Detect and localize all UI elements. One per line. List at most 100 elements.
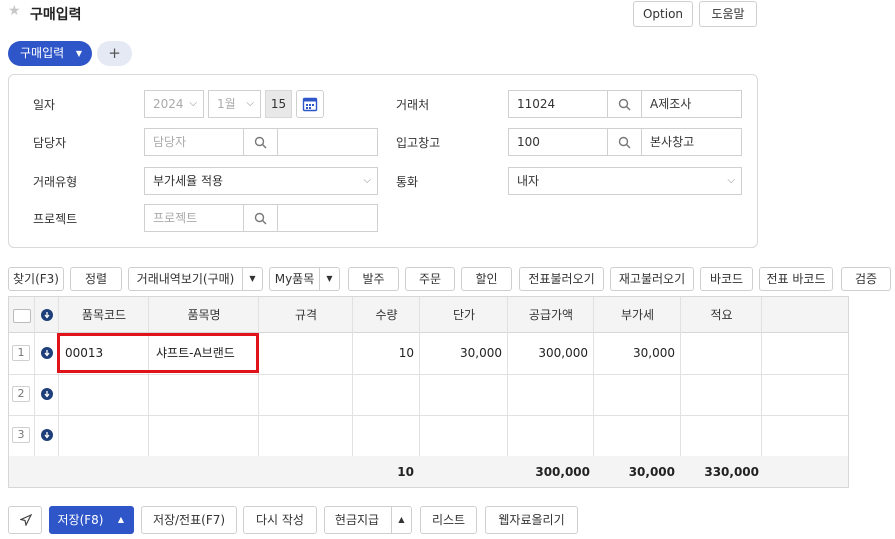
purchase-order-button[interactable]: 주문 (405, 267, 455, 291)
project-search-button[interactable] (244, 204, 278, 232)
col-header-qty[interactable]: 수량 (353, 297, 420, 333)
row-number[interactable]: 3 (12, 427, 30, 443)
vendor-label: 거래처 (396, 98, 430, 112)
col-header-item-name[interactable]: 품목명 (149, 297, 259, 333)
chevron-down-icon: ⌵ (246, 98, 254, 109)
tab-label: 구매입력 (20, 46, 65, 60)
tab-purchase-entry[interactable]: 구매입력 ▼ (8, 41, 92, 66)
calendar-button[interactable] (296, 90, 324, 118)
date-year-select[interactable]: 2024 ⌵ (144, 90, 204, 118)
send-icon (20, 514, 32, 526)
project-input[interactable]: 프로젝트 (144, 204, 244, 232)
search-icon (618, 98, 631, 111)
manager-search-button[interactable] (244, 128, 278, 156)
find-button[interactable]: 찾기(F3) (8, 267, 64, 291)
currency-value: 내자 (517, 174, 540, 188)
caret-down-icon: ▼ (75, 49, 82, 58)
download-icon[interactable] (41, 309, 53, 321)
save-label: 저장(F8) (57, 513, 104, 527)
warehouse-name-field[interactable]: 본사창고 (641, 128, 742, 156)
select-all-checkbox[interactable] (13, 309, 31, 323)
save-button[interactable]: 저장(F8) ▲ (49, 506, 134, 534)
cash-pay-label: 현금지급 (334, 513, 380, 527)
project-name-field[interactable] (277, 204, 378, 232)
slip-barcode-button[interactable]: 전표 바코드 (759, 267, 833, 291)
trade-type-select[interactable]: 부가세율 적용 ⌵ (144, 167, 378, 195)
manager-label: 담당자 (33, 136, 67, 150)
total-supply: 300,000 (535, 465, 590, 479)
manager-name-field[interactable] (277, 128, 378, 156)
barcode-button[interactable]: 바코드 (700, 267, 753, 291)
search-icon (254, 212, 267, 225)
col-header-supply[interactable]: 공급가액 (508, 297, 594, 333)
history-label: 거래내역보기(구매) (136, 272, 235, 286)
row-download-icon[interactable] (41, 388, 53, 400)
total-amount: 330,000 (704, 465, 759, 479)
cell-qty[interactable]: 10 (353, 333, 414, 374)
chevron-down-icon: ⌵ (363, 175, 371, 186)
discount-button[interactable]: 할인 (461, 267, 512, 291)
cash-pay-button[interactable]: 현금지급 ▲ (324, 506, 412, 534)
date-month-select[interactable]: 1월 ⌵ (208, 90, 261, 118)
warehouse-search-button[interactable] (608, 128, 642, 156)
calendar-icon (302, 97, 318, 112)
date-month-value: 1월 (217, 97, 236, 111)
caret-up-icon[interactable]: ▲ (113, 507, 129, 533)
date-year-value: 2024 (153, 97, 184, 111)
caret-down-icon[interactable]: ▼ (319, 268, 339, 290)
load-stock-button[interactable]: 재고불러오기 (610, 267, 694, 291)
save-slip-button[interactable]: 저장/전표(F7) (141, 506, 237, 534)
search-icon (254, 136, 267, 149)
web-upload-button[interactable]: 웹자료올리기 (485, 506, 578, 534)
total-qty: 10 (397, 465, 414, 479)
date-label: 일자 (33, 98, 56, 112)
vendor-search-button[interactable] (608, 90, 642, 118)
search-icon (618, 136, 631, 149)
trade-type-label: 거래유형 (33, 175, 78, 189)
verify-button[interactable]: 검증 (841, 267, 891, 291)
cell-price[interactable]: 30,000 (420, 333, 502, 374)
history-button[interactable]: 거래내역보기(구매) ▼ (128, 267, 263, 291)
chevron-down-icon: ⌵ (189, 98, 197, 109)
row-download-icon[interactable] (41, 429, 53, 441)
vendor-code-input[interactable]: 11024 (508, 90, 608, 118)
chevron-down-icon: ⌵ (727, 175, 735, 186)
list-button[interactable]: 리스트 (420, 506, 477, 534)
currency-select[interactable]: 내자 ⌵ (508, 167, 742, 195)
send-button[interactable] (8, 506, 42, 534)
row-number[interactable]: 1 (12, 345, 30, 361)
load-slip-button[interactable]: 전표불러오기 (519, 267, 604, 291)
warehouse-code-input[interactable]: 100 (508, 128, 608, 156)
sort-button[interactable]: 정렬 (70, 267, 122, 291)
vendor-name-field[interactable]: A제조사 (641, 90, 742, 118)
cell-vat[interactable]: 30,000 (594, 333, 675, 374)
warehouse-label: 입고창고 (396, 136, 441, 150)
col-header-memo[interactable]: 적요 (681, 297, 762, 333)
currency-label: 통화 (396, 175, 419, 189)
cell-supply[interactable]: 300,000 (508, 333, 588, 374)
project-label: 프로젝트 (33, 212, 78, 226)
rewrite-button[interactable]: 다시 작성 (243, 506, 317, 534)
col-header-vat[interactable]: 부가세 (594, 297, 681, 333)
col-header-price[interactable]: 단가 (420, 297, 508, 333)
date-day-field[interactable]: 15 (265, 90, 292, 118)
page-title: 구매입력 (30, 7, 82, 23)
highlight-box (57, 333, 259, 373)
option-button[interactable]: Option (633, 1, 693, 27)
row-download-icon[interactable] (41, 347, 53, 359)
help-button[interactable]: 도움말 (699, 1, 757, 27)
trade-type-value: 부가세율 적용 (153, 174, 224, 188)
caret-down-icon[interactable]: ▼ (242, 268, 262, 290)
row-number[interactable]: 2 (12, 386, 30, 402)
my-items-label: My품목 (274, 272, 315, 286)
favorite-star-icon[interactable]: ★ (8, 3, 21, 19)
manager-input[interactable]: 담당자 (144, 128, 244, 156)
col-header-item-code[interactable]: 품목코드 (59, 297, 149, 333)
total-vat: 30,000 (628, 465, 675, 479)
add-tab-button[interactable]: + (97, 41, 132, 66)
my-items-button[interactable]: My품목 ▼ (269, 267, 340, 291)
order-button[interactable]: 발주 (348, 267, 399, 291)
col-header-spec[interactable]: 규격 (259, 297, 353, 333)
caret-up-icon[interactable]: ▲ (391, 507, 411, 533)
item-grid: 품목코드 품목명 규격 수량 단가 공급가액 부가세 적요 1 00013 샤프… (8, 296, 849, 488)
